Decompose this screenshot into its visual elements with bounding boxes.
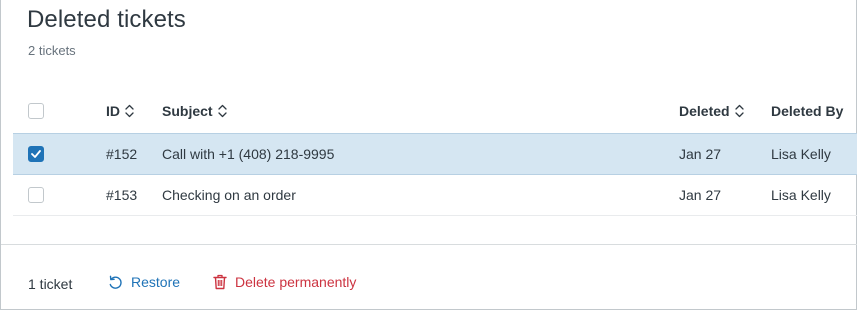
restore-label: Restore (131, 274, 181, 290)
column-header-id[interactable]: ID (106, 88, 134, 133)
column-header-deleted[interactable]: Deleted (679, 88, 744, 133)
table-row[interactable]: #153 Checking on an order Jan 27 Lisa Ke… (13, 175, 857, 216)
restore-icon (109, 275, 122, 289)
ticket-id: #153 (106, 187, 138, 203)
sort-icon (734, 104, 744, 117)
column-header-subject[interactable]: Subject (162, 88, 227, 133)
deleted-by: Lisa Kelly (771, 187, 831, 203)
footer-divider (1, 244, 857, 245)
ticket-count: 2 tickets (28, 43, 76, 58)
column-header-subject-label: Subject (162, 102, 213, 119)
ticket-id: #152 (106, 146, 138, 162)
delete-label: Delete permanently (235, 274, 357, 290)
row-checkbox[interactable] (28, 175, 44, 215)
deleted-date: Jan 27 (679, 187, 722, 203)
table-header: ID Subject Deleted Deleted By (13, 88, 857, 133)
table-row[interactable]: #152 Call with +1 (408) 218-9995 Jan 27 … (13, 133, 857, 175)
row-checkbox[interactable] (28, 134, 44, 174)
column-header-deleted-label: Deleted (679, 102, 730, 119)
restore-button[interactable]: Restore (108, 274, 180, 290)
column-header-deleted-by: Deleted By (771, 102, 844, 119)
ticket-subject: Call with +1 (408) 218-9995 (162, 146, 335, 162)
deleted-by: Lisa Kelly (771, 146, 831, 162)
column-header-id-label: ID (106, 102, 120, 119)
selection-count: 1 ticket (28, 276, 73, 292)
page-title: Deleted tickets (27, 6, 186, 33)
sort-icon (217, 104, 227, 117)
check-icon (31, 150, 41, 158)
ticket-subject: Checking on an order (162, 187, 296, 203)
page-frame: Deleted tickets 2 tickets ID Subject Del… (0, 0, 857, 310)
trash-icon (213, 274, 227, 290)
sort-icon (125, 104, 134, 117)
deleted-date: Jan 27 (679, 146, 722, 162)
select-all-checkbox[interactable] (28, 88, 44, 133)
delete-permanently-button[interactable]: Delete permanently (213, 274, 356, 290)
